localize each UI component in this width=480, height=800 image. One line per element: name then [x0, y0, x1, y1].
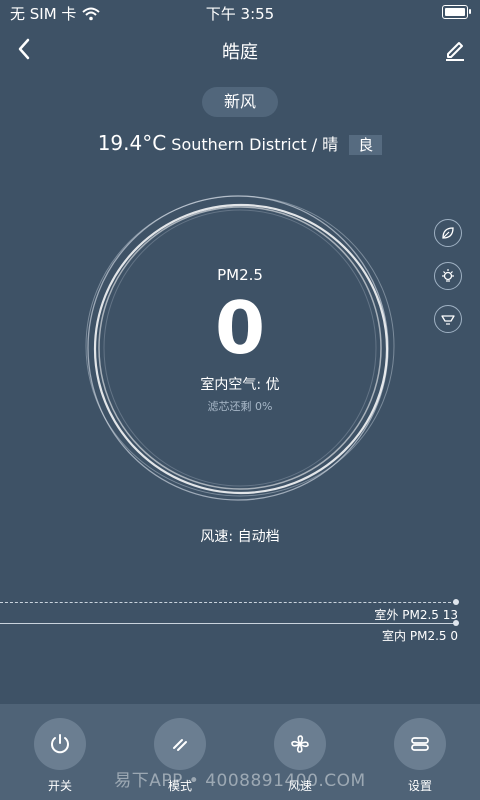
outdoor-pm-dot [453, 599, 459, 605]
indoor-pm-dot [453, 620, 459, 626]
outdoor-pm-label: 室外 PM2.5 13 [374, 608, 458, 622]
mode-pill[interactable]: 新风 [202, 87, 278, 117]
page-title: 皓庭 [222, 42, 258, 63]
outdoor-temperature: 19.4°C [97, 131, 167, 155]
fan-circle[interactable] [274, 718, 326, 770]
indoor-pm-line [0, 623, 456, 624]
outdoor-pm-line [0, 602, 456, 603]
weather-row: 19.4°C Southern District / 晴 良 [0, 131, 480, 155]
gauge-content: PM2.5 0 室内空气: 优 滤芯还剩 0% [80, 188, 400, 508]
light-bulb-icon [442, 269, 454, 282]
lamp-button[interactable] [434, 305, 462, 333]
filter-remaining: 滤芯还剩 0% [207, 400, 273, 413]
leaf-button[interactable] [434, 219, 462, 247]
nav-bar: 皓庭 [0, 30, 480, 70]
power-circle[interactable] [34, 718, 86, 770]
location-weather: Southern District / 晴 [171, 135, 339, 154]
pm25-label: PM2.5 [217, 266, 263, 284]
fan-speed-text: 风速: 自动档 [200, 529, 280, 545]
status-time: 下午 3:55 [205, 5, 275, 23]
mode-icon [173, 739, 187, 751]
mode-circle[interactable] [154, 718, 206, 770]
air-quality-badge: 良 [349, 135, 383, 155]
pm25-gauge: PM2.5 0 室内空气: 优 滤芯还剩 0% [80, 188, 400, 508]
settings-icon [411, 737, 429, 751]
side-controls [434, 219, 462, 348]
edit-button[interactable] [440, 34, 470, 64]
pencil-icon [446, 42, 464, 61]
settings-circle[interactable] [394, 718, 446, 770]
lamp-icon [441, 315, 455, 325]
indoor-air-quality: 室内空气: 优 [200, 377, 280, 393]
light-button[interactable] [434, 262, 462, 290]
status-bar: 无 SIM 卡 下午 3:55 [0, 0, 480, 26]
indoor-pm-label: 室内 PM2.5 0 [382, 629, 458, 643]
power-icon [51, 734, 69, 754]
leaf-icon [442, 227, 454, 239]
watermark: 易下APP • 4008891400.COM [114, 771, 366, 791]
pm25-value: 0 [214, 286, 266, 370]
battery-icon [442, 5, 471, 19]
fan-icon [291, 735, 309, 753]
